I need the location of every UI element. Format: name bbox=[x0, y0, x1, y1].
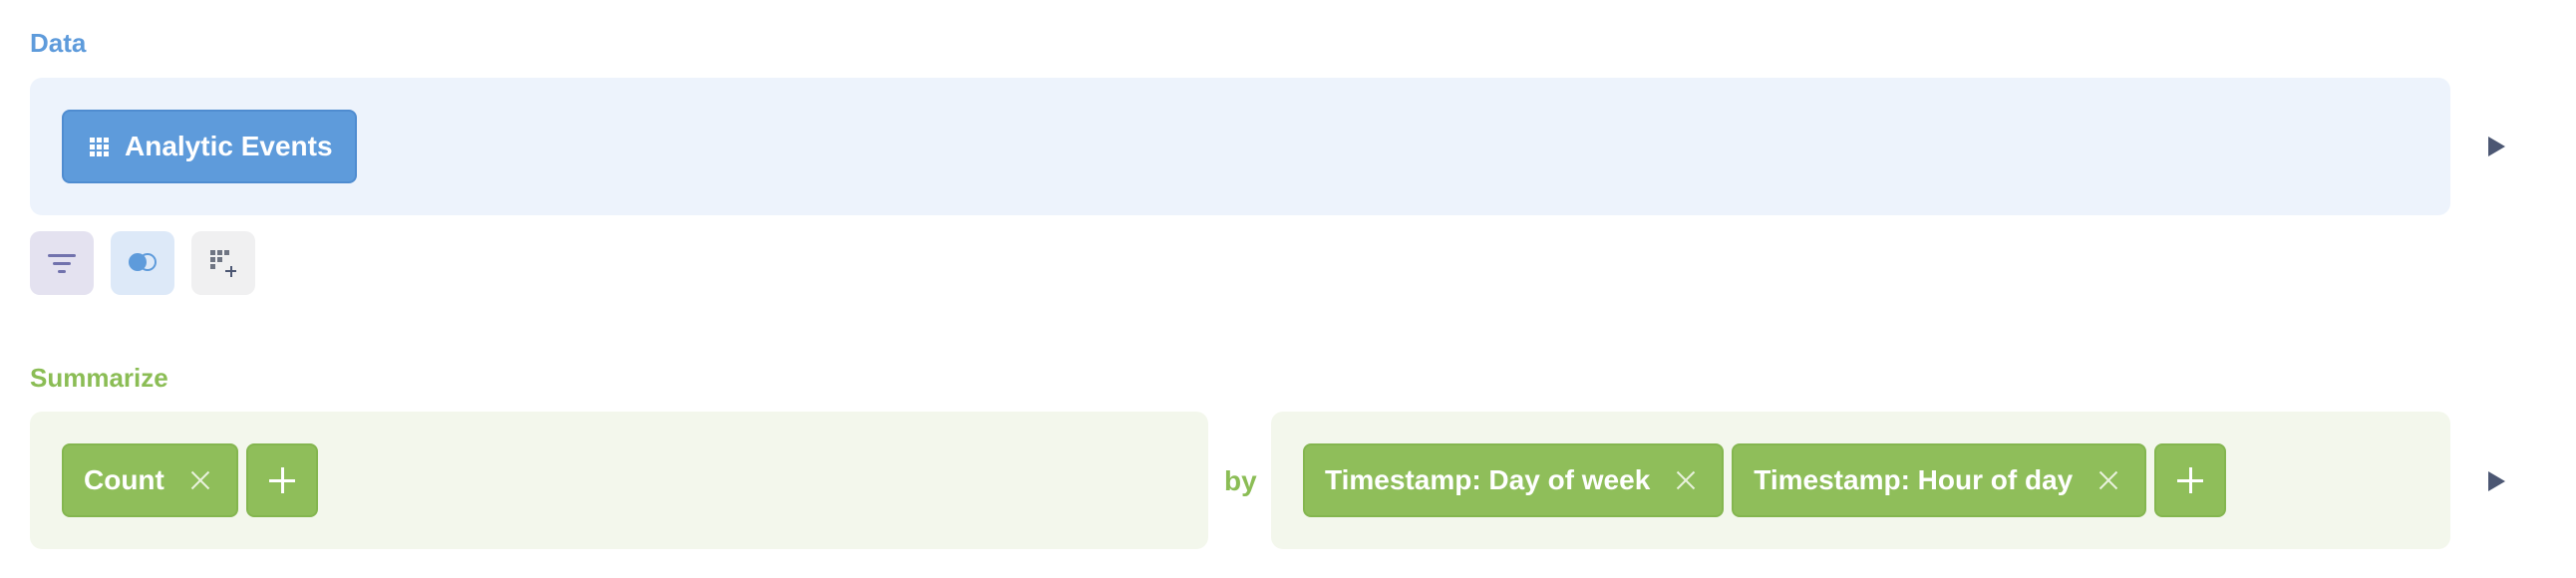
add-breakout-button[interactable] bbox=[2154, 443, 2227, 517]
join-icon bbox=[128, 253, 158, 273]
plus-icon bbox=[2177, 467, 2204, 493]
breakout-label: Timestamp: Day of week bbox=[1325, 464, 1651, 495]
breakout-label: Timestamp: Hour of day bbox=[1754, 464, 2074, 495]
grid-icon bbox=[90, 137, 109, 156]
summarize-breakout-panel: Timestamp: Day of week Timestamp: Hour o… bbox=[1271, 412, 2450, 549]
add-metric-button[interactable] bbox=[245, 443, 318, 517]
summarize-section-title: Summarize bbox=[30, 363, 168, 393]
breakout-pill-day-of-week[interactable]: Timestamp: Day of week bbox=[1303, 443, 1725, 517]
summarize-preview-play-icon[interactable] bbox=[2488, 471, 2505, 491]
by-label: by bbox=[1224, 465, 1257, 496]
notebook-editor: Data Analytic Events Summarize Count by … bbox=[0, 0, 2576, 578]
metric-pill-count[interactable]: Count bbox=[62, 443, 238, 517]
close-icon[interactable] bbox=[1676, 470, 1696, 490]
custom-column-icon bbox=[210, 250, 236, 277]
data-section-title: Data bbox=[30, 28, 87, 58]
custom-column-button[interactable] bbox=[191, 231, 255, 295]
plus-icon bbox=[268, 467, 295, 493]
data-step-panel: Analytic Events bbox=[30, 78, 2450, 215]
metric-label: Count bbox=[84, 464, 164, 495]
summarize-metrics-panel: Count bbox=[30, 412, 1208, 549]
filter-icon bbox=[48, 252, 76, 274]
data-source-button[interactable]: Analytic Events bbox=[62, 110, 357, 183]
close-icon[interactable] bbox=[2098, 470, 2118, 490]
join-button[interactable] bbox=[111, 231, 174, 295]
close-icon[interactable] bbox=[190, 470, 210, 490]
data-source-label: Analytic Events bbox=[125, 131, 333, 161]
breakout-pill-hour-of-day[interactable]: Timestamp: Hour of day bbox=[1732, 443, 2147, 517]
filter-button[interactable] bbox=[30, 231, 94, 295]
data-preview-play-icon[interactable] bbox=[2488, 137, 2505, 156]
